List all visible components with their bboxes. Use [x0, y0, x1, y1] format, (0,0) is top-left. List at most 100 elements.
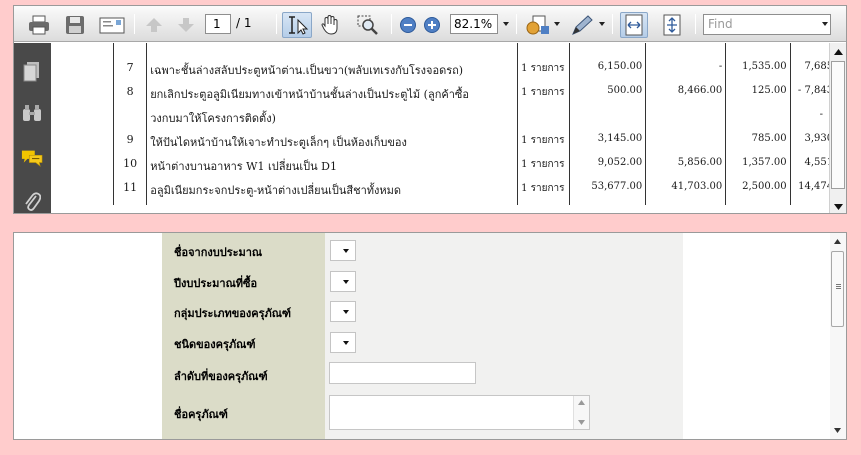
select-text-icon[interactable] — [282, 12, 312, 38]
row-description: หน้าต่างบานอาหาร W1 เปลี่ยนเป็น D1 — [146, 157, 519, 181]
row-number: 8 — [112, 85, 148, 109]
zoom-level-field[interactable]: 82.1% — [450, 14, 498, 34]
row-value-2: 41,703.00 — [645, 181, 727, 205]
binoculars-icon[interactable] — [21, 102, 43, 124]
sign-icon[interactable] — [524, 12, 552, 38]
form-scroll-up-icon[interactable] — [834, 239, 841, 244]
textarea-scroll-up-icon[interactable] — [578, 400, 585, 405]
print-icon[interactable] — [26, 12, 52, 38]
textarea-scrollbar[interactable] — [573, 396, 589, 429]
table-row: 9 ให้ปันไดหน้าบ้านให้เจาะทำประตูเล็กๆ เป… — [112, 133, 830, 157]
asset-group-select[interactable] — [330, 301, 356, 322]
row-number: 10 — [112, 157, 148, 181]
attachments-icon[interactable] — [21, 191, 43, 213]
row-value-4: 14,474.00 — [789, 181, 830, 205]
form-scroll-down-icon[interactable] — [834, 428, 841, 433]
asset-form-panel: ชื่อจากงบประมาณ ปีงบประมาณที่ซื้อ กลุ่มป… — [13, 232, 847, 440]
budget-source-select[interactable] — [330, 240, 356, 261]
find-input[interactable]: Find — [703, 14, 831, 35]
row-value-1: 6,150.00 — [569, 61, 647, 85]
pdf-scrollbar-thumb[interactable] — [831, 61, 845, 189]
fit-width-icon[interactable] — [620, 12, 648, 38]
comments-icon[interactable] — [21, 147, 43, 169]
asset-name-textarea[interactable] — [329, 395, 590, 430]
navigation-panel — [14, 43, 51, 213]
highlight-pen-icon[interactable] — [567, 12, 597, 38]
row-value-4: - 7,843.00 — [789, 85, 830, 109]
asset-name-label: ชื่อครุภัณฑ์ — [174, 408, 228, 421]
page-number-input[interactable]: 1 — [205, 14, 231, 34]
row-number: 11 — [112, 181, 148, 205]
row-value-3 — [725, 109, 791, 133]
row-value-3: 785.00 — [725, 133, 791, 157]
asset-type-select[interactable] — [330, 332, 356, 353]
form-vertical-scrollbar[interactable] — [830, 233, 846, 439]
pdf-vertical-scrollbar[interactable] — [829, 43, 846, 213]
row-value-1: 9,052.00 — [569, 157, 647, 181]
save-icon[interactable] — [62, 12, 88, 38]
row-value-1 — [569, 109, 647, 133]
row-value-1: 3,145.00 — [569, 133, 647, 157]
row-description: อลูมิเนียมกระจกประตู-หน้าต่างเปลี่ยนเป็น… — [146, 181, 519, 205]
pdf-viewer: 1 / 1 82.1% Find 7 เฉพาะชั้นล่างสลับประต… — [13, 5, 847, 214]
document-page: 7 เฉพาะชั้นล่างสลับประตูหน้าต่าน.เป็นขวา… — [51, 43, 830, 213]
row-value-2 — [645, 133, 727, 157]
page-total-label: / 1 — [236, 16, 252, 30]
table-row: วงกบมาให้โครงการติดตั้ง) - — [112, 109, 830, 133]
marquee-zoom-icon[interactable] — [354, 12, 382, 38]
next-page-icon[interactable] — [174, 12, 198, 38]
row-value-1: 500.00 — [569, 85, 647, 109]
email-icon[interactable] — [97, 12, 127, 38]
zoom-in-icon[interactable] — [422, 12, 442, 38]
table-row: 7 เฉพาะชั้นล่างสลับประตูหน้าต่าน.เป็นขวา… — [112, 61, 830, 85]
row-value-1: 53,677.00 — [569, 181, 647, 205]
row-value-2: - — [645, 61, 727, 85]
textarea-scroll-down-icon[interactable] — [578, 420, 585, 425]
row-value-2 — [645, 109, 727, 133]
row-value-3: 1,357.00 — [725, 157, 791, 181]
scroll-down-icon[interactable] — [830, 199, 846, 213]
row-value-3: 2,500.00 — [725, 181, 791, 205]
row-value-4: - — [789, 109, 830, 133]
previous-page-icon[interactable] — [142, 12, 166, 38]
pen-dropdown-arrow[interactable] — [599, 22, 605, 26]
row-value-3: 1,535.00 — [725, 61, 791, 85]
row-unit: 1 รายการ — [517, 85, 571, 109]
asset-sequence-input[interactable] — [329, 362, 476, 384]
quotation-table: 7 เฉพาะชั้นล่างสลับประตูหน้าต่าน.เป็นขวา… — [112, 43, 830, 205]
row-number — [112, 109, 148, 133]
table-row: 8 ยกเลิกประตูอลูมิเนียมทางเข้าหน้าบ้านชั… — [112, 85, 830, 109]
row-unit: 1 รายการ — [517, 181, 571, 205]
budget-year-label: ปีงบประมาณที่ซื้อ — [174, 277, 258, 290]
asset-type-label: ชนิดของครุภัณฑ์ — [174, 338, 256, 351]
table-row: 11 อลูมิเนียมกระจกประตู-หน้าต่างเปลี่ยนเ… — [112, 181, 830, 205]
row-value-3: 125.00 — [725, 85, 791, 109]
pages-icon[interactable] — [21, 61, 43, 83]
table-row: 10 หน้าต่างบานอาหาร W1 เปลี่ยนเป็น D1 1 … — [112, 157, 830, 181]
row-unit: 1 รายการ — [517, 157, 571, 181]
row-unit — [517, 109, 571, 133]
budget-source-label: ชื่อจากงบประมาณ — [174, 246, 263, 259]
pdf-toolbar: 1 / 1 82.1% Find — [14, 6, 846, 42]
row-description: ให้ปันไดหน้าบ้านให้เจาะทำประตูเล็กๆ เป็น… — [146, 133, 519, 157]
row-unit: 1 รายการ — [517, 133, 571, 157]
sign-dropdown-arrow[interactable] — [554, 22, 560, 26]
row-description: ยกเลิกประตูอลูมิเนียมทางเข้าหน้าบ้านชั้น… — [146, 85, 519, 109]
row-unit: 1 รายการ — [517, 61, 571, 85]
zoom-dropdown-arrow[interactable] — [503, 22, 509, 26]
row-value-4: 4,551.00 — [789, 157, 830, 181]
table-row — [112, 43, 830, 61]
row-value-2: 8,466.00 — [645, 85, 727, 109]
find-dropdown-arrow[interactable] — [822, 22, 828, 26]
budget-year-select[interactable] — [330, 271, 356, 292]
row-number: 7 — [112, 61, 148, 85]
hand-tool-icon[interactable] — [316, 12, 344, 38]
scroll-up-icon[interactable] — [830, 44, 846, 60]
fit-page-icon[interactable] — [659, 12, 685, 38]
row-description: วงกบมาให้โครงการติดตั้ง) — [146, 109, 519, 133]
asset-group-label: กลุ่มประเภทของครุภัณฑ์ — [174, 307, 292, 320]
zoom-out-icon[interactable] — [398, 12, 418, 38]
form-scrollbar-thumb[interactable] — [831, 251, 844, 327]
row-value-4: 7,685.00 — [789, 61, 830, 85]
row-value-4: 3,930.00 — [789, 133, 830, 157]
